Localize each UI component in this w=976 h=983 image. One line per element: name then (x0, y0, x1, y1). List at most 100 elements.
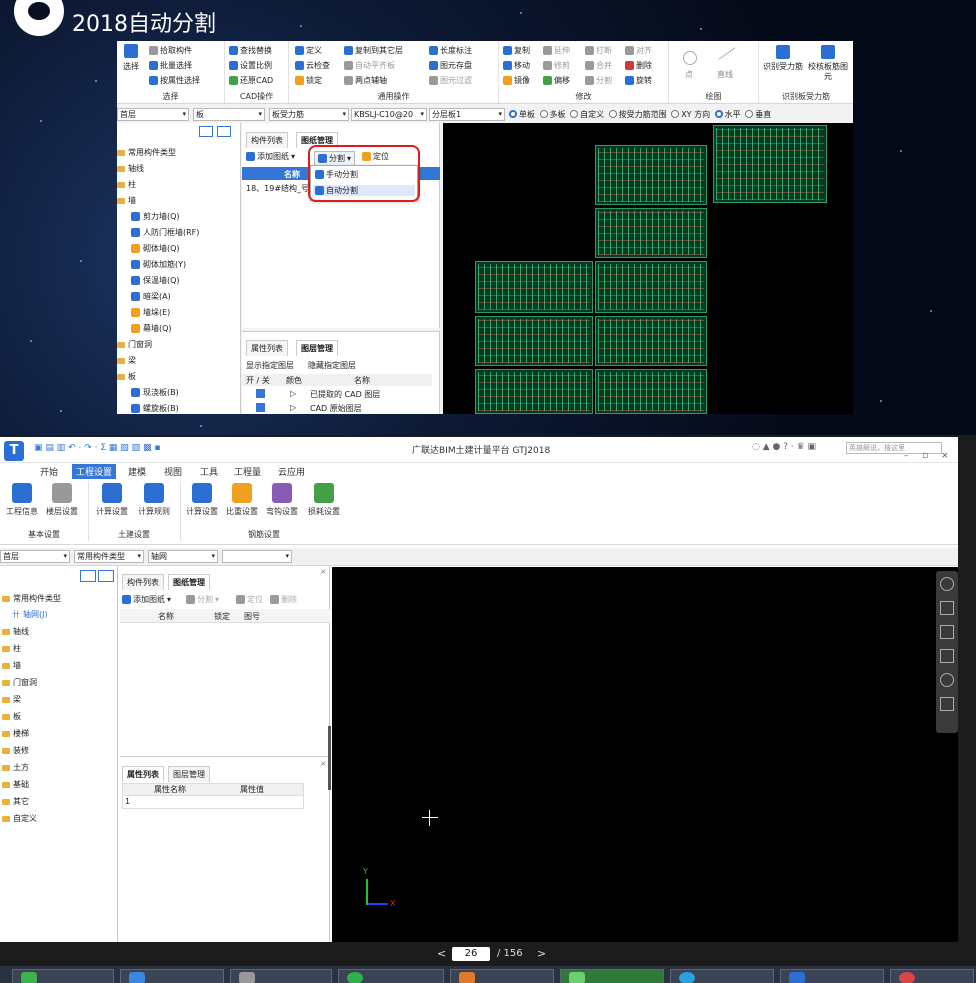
tab-layer-management[interactable]: 图层管理 (168, 766, 210, 782)
tree-column[interactable]: 柱 (2, 643, 21, 654)
taskbar-app-button[interactable] (780, 969, 884, 983)
floor-settings-button[interactable]: 楼层设置 (44, 483, 80, 517)
tree-custom[interactable]: 自定义 (2, 813, 37, 824)
taskbar-app-button[interactable] (450, 969, 554, 983)
tree-door-window[interactable]: 门窗洞 (117, 339, 152, 350)
radio-multi-slab[interactable] (539, 110, 548, 118)
view-plan-icon[interactable] (940, 625, 954, 639)
copy-button[interactable]: 复制 (503, 45, 530, 56)
tree-column[interactable]: 柱 (117, 179, 136, 190)
tree-wall[interactable]: 墙 (2, 660, 21, 671)
menu-quantity[interactable]: 工程量 (230, 464, 265, 479)
tree-item-hidden-beam[interactable]: 暗梁(A) (131, 291, 171, 302)
rebar-select[interactable]: KBSLJ-C10@20 ▾ (351, 108, 427, 121)
delete-button[interactable]: 删除 (625, 60, 652, 71)
splitter-handle[interactable] (328, 726, 331, 790)
tab-layer-management[interactable]: 图层管理 (296, 340, 338, 356)
menu-start[interactable]: 开始 (36, 464, 62, 479)
taskbar-app-button[interactable] (120, 969, 224, 983)
expand-icon[interactable]: ▷ (290, 403, 296, 412)
batch-select-button[interactable]: 批量选择 (149, 60, 192, 71)
recognize-rebar-button[interactable]: 识别受力筋 (763, 45, 803, 72)
tree-slab[interactable]: 板 (2, 711, 21, 722)
tree-item-curtain-wall[interactable]: 幕墙(Q) (131, 323, 172, 334)
split-button[interactable]: 分割 ▾ (186, 594, 219, 605)
break-button[interactable]: 打断 (585, 45, 612, 56)
radio-xy-direction[interactable] (671, 110, 680, 118)
hook-settings-button[interactable]: 弯钩设置 (264, 483, 300, 517)
set-scale-button[interactable]: 设置比例 (229, 60, 272, 71)
element-filter-button[interactable]: 图元过滤 (429, 75, 472, 86)
grid-display-icon[interactable] (940, 697, 954, 711)
delete-button[interactable]: 删除 (270, 594, 297, 605)
menu-cloud[interactable]: 云应用 (274, 464, 309, 479)
align-button[interactable]: 对齐 (625, 45, 652, 56)
tree-wall[interactable]: 墙 (117, 195, 136, 206)
tree-common-types[interactable]: 常用构件类型 (117, 147, 176, 158)
project-info-button[interactable]: 工程信息 (4, 483, 40, 517)
tree-item-axis-grid[interactable]: 卄轴网(J) (12, 609, 48, 620)
layer-select[interactable]: 分层板1 ▾ (429, 108, 505, 121)
tree-item-wall-pier[interactable]: 墙垛(E) (131, 307, 170, 318)
prev-page-button[interactable]: < (437, 947, 446, 960)
loss-settings-button[interactable]: 损耗设置 (306, 483, 342, 517)
layer-toggle-checkbox[interactable] (256, 403, 265, 412)
add-drawing-button[interactable]: 添加图纸 ▾ (122, 594, 171, 605)
next-page-button[interactable]: > (537, 947, 546, 960)
layer-row[interactable]: CAD 原始图层 (310, 403, 362, 414)
taskbar-app-button[interactable] (670, 969, 774, 983)
rotate-button[interactable]: 旋转 (625, 75, 652, 86)
tree-common-types[interactable]: 常用构件类型 (2, 593, 61, 604)
show-layer-link[interactable]: 显示指定图层 (246, 360, 294, 371)
tree-item-civil-defense-wall[interactable]: 人防门框墙(RF) (131, 227, 199, 238)
taskbar-app-button[interactable] (230, 969, 332, 983)
type-select[interactable]: 轴网 ▾ (148, 550, 218, 563)
close-panel-icon[interactable]: × (320, 567, 327, 576)
restore-cad-button[interactable]: 还原CAD (229, 75, 273, 86)
move-button[interactable]: 移动 (503, 60, 530, 71)
civil-calc-settings-button[interactable]: 计算设置 (94, 483, 130, 517)
menu-project-settings[interactable]: 工程设置 (72, 464, 117, 479)
minimize-button[interactable]: – (904, 451, 909, 461)
cad-drawing-canvas[interactable] (443, 123, 853, 414)
tree-item-masonry-wall[interactable]: 砌体墙(Q) (131, 243, 180, 254)
pick-component-button[interactable]: 拾取构件 (149, 45, 192, 56)
tab-property-list[interactable]: 属性列表 (246, 340, 288, 356)
radio-by-rebar-range[interactable] (608, 110, 617, 118)
taskbar-app-button[interactable] (338, 969, 444, 983)
auto-align-slab-button[interactable]: 自动平齐板 (344, 60, 395, 71)
orbit-icon[interactable] (940, 577, 954, 591)
save-element-button[interactable]: 图元存盘 (429, 60, 472, 71)
extra-select[interactable]: ▾ (222, 550, 292, 563)
tree-item-spiral-slab[interactable]: 螺旋板(B) (131, 403, 179, 414)
tree-item-masonry-rebar[interactable]: 砌体加筋(Y) (131, 259, 186, 270)
tab-component-list[interactable]: 构件列表 (122, 574, 164, 590)
subtype-select[interactable]: 板受力筋 ▾ (269, 108, 349, 121)
select-big-button[interactable]: 选择 (120, 44, 142, 72)
merge-button[interactable]: 合并 (585, 60, 612, 71)
menu-view[interactable]: 视图 (160, 464, 186, 479)
floor-select[interactable]: 首层 ▾ (117, 108, 189, 121)
close-panel-icon[interactable]: × (320, 759, 327, 768)
grid-view-icon[interactable] (217, 126, 231, 137)
tree-stairs[interactable]: 楼梯 (2, 728, 29, 739)
tree-slab[interactable]: 板 (117, 371, 136, 382)
tree-earthwork[interactable]: 土方 (2, 762, 29, 773)
check-rebar-button[interactable]: 校核板筋图元 (805, 45, 851, 82)
maximize-button[interactable]: ▫ (922, 451, 928, 461)
tree-beam[interactable]: 梁 (2, 694, 21, 705)
tab-component-list[interactable]: 构件列表 (246, 132, 288, 148)
copy-to-floor-button[interactable]: 复制到其它层 (344, 45, 403, 56)
floor-select[interactable]: 首层 ▾ (0, 550, 70, 563)
mirror-button[interactable]: 镜像 (503, 75, 530, 86)
tree-door-window[interactable]: 门窗洞 (2, 677, 37, 688)
type-select[interactable]: 板 ▾ (193, 108, 265, 121)
density-settings-button[interactable]: 比重设置 (224, 483, 260, 517)
calc-rules-button[interactable]: 计算规则 (136, 483, 172, 517)
radio-custom[interactable] (570, 110, 579, 118)
list-view-icon[interactable] (199, 126, 213, 137)
radio-vertical[interactable] (745, 110, 754, 118)
tab-property-list[interactable]: 属性列表 (122, 766, 164, 782)
tree-item-cast-slab[interactable]: 现浇板(B) (131, 387, 179, 398)
category-select[interactable]: 常用构件类型 ▾ (74, 550, 144, 563)
